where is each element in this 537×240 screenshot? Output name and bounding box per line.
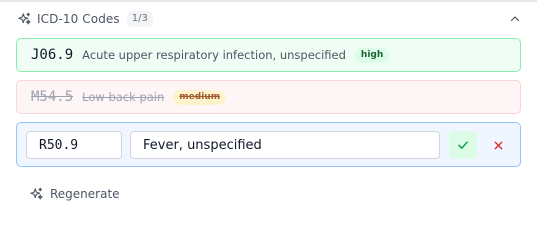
code-value: J06.9	[31, 47, 74, 63]
confidence-badge: high	[354, 47, 390, 63]
code-description: Acute upper respiratory infection, unspe…	[82, 48, 346, 62]
code-edit-row	[16, 122, 521, 167]
code-input[interactable]	[26, 131, 122, 159]
code-description: Low back pain	[82, 90, 165, 104]
confidence-badge: medium	[173, 89, 227, 105]
icd10-panel: ICD-10 Codes 1/3 J06.9 Acute upper respi…	[0, 0, 537, 224]
check-icon	[458, 141, 468, 149]
cancel-button[interactable]	[484, 131, 512, 159]
code-row-accepted[interactable]: J06.9 Acute upper respiratory infection,…	[16, 38, 521, 72]
sparkles-icon	[28, 186, 44, 202]
code-row-rejected[interactable]: M54.5 Low back pain medium	[16, 80, 521, 114]
x-icon	[494, 141, 502, 149]
panel-header: ICD-10 Codes 1/3	[16, 8, 523, 30]
panel-title: ICD-10 Codes	[37, 12, 120, 26]
chevron-up-icon	[510, 16, 520, 22]
sparkles-icon	[16, 11, 32, 27]
top-divider	[0, 0, 537, 2]
code-value: M54.5	[31, 89, 74, 105]
code-count-badge: 1/3	[126, 11, 153, 27]
collapse-button[interactable]	[507, 11, 523, 27]
description-input[interactable]	[130, 131, 440, 159]
regenerate-label: Regenerate	[50, 187, 120, 201]
save-button[interactable]	[449, 131, 477, 159]
regenerate-button[interactable]: Regenerate	[28, 184, 120, 204]
